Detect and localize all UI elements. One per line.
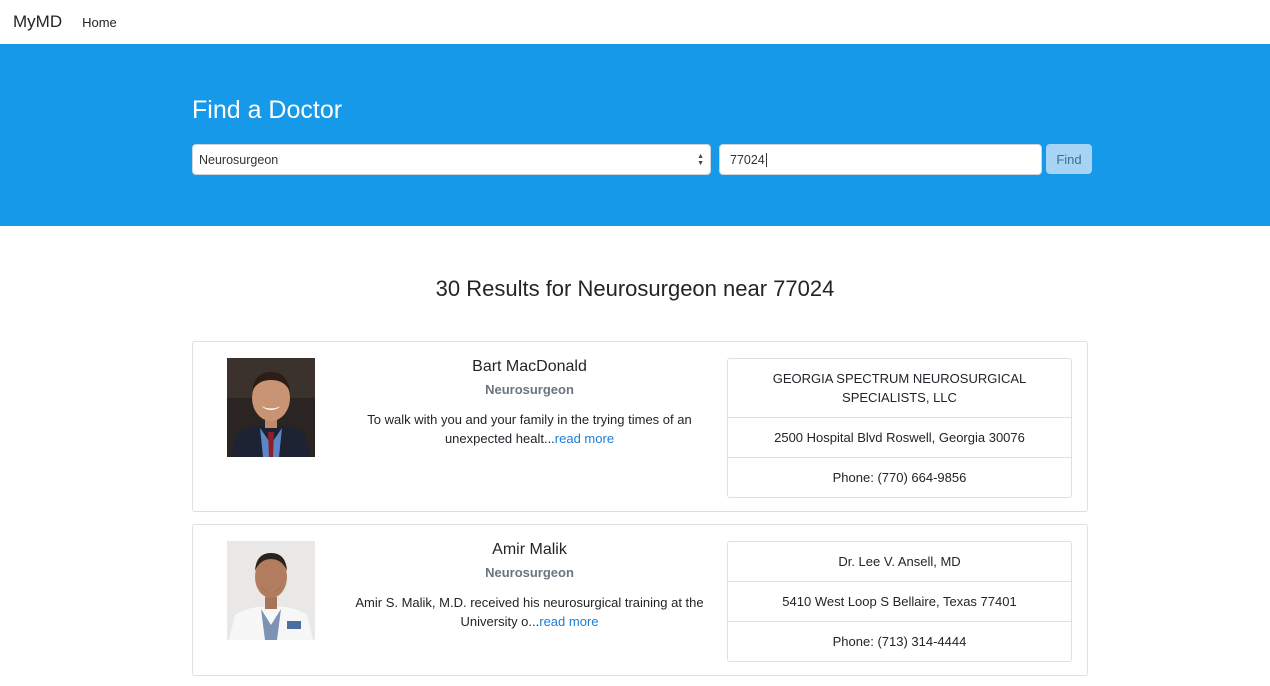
doctor-bio-text: Amir S. Malik, M.D. received his neurosu…: [355, 595, 704, 629]
doctor-card: Amir Malik Neurosurgeon Amir S. Malik, M…: [192, 524, 1088, 676]
select-arrows-icon: ▲ ▼: [697, 152, 704, 167]
doctor-name[interactable]: Bart MacDonald: [353, 358, 706, 376]
practice-info-list: Dr. Lee V. Ansell, MD 5410 West Loop S B…: [727, 541, 1072, 662]
read-more-link[interactable]: read more: [555, 431, 614, 446]
top-navbar: MyMD Home: [0, 0, 1270, 44]
find-button[interactable]: Find: [1046, 144, 1092, 174]
doctor-specialty: Neurosurgeon: [485, 565, 574, 580]
doctor-specialty: Neurosurgeon: [485, 382, 574, 397]
zip-input-value: 77024: [730, 152, 765, 167]
practice-phone: Phone: (713) 314-4444: [728, 621, 1071, 661]
specialty-select[interactable]: Neurosurgeon ▲ ▼: [192, 144, 711, 175]
practice-address: 5410 West Loop S Bellaire, Texas 77401: [728, 581, 1071, 621]
doctor-bio: To walk with you and your family in the …: [353, 410, 706, 448]
practice-phone: Phone: (770) 664-9856: [728, 457, 1071, 497]
brand-logo[interactable]: MyMD: [13, 12, 62, 32]
doctor-photo[interactable]: [227, 358, 315, 457]
nav-home-link[interactable]: Home: [82, 15, 117, 30]
practice-name: Dr. Lee V. Ansell, MD: [838, 554, 961, 569]
specialty-select-value: Neurosurgeon: [199, 152, 279, 167]
results-heading: 30 Results for Neurosurgeon near 77024: [435, 276, 835, 301]
page-title: Find a Doctor: [192, 96, 343, 124]
search-hero: Find a Doctor Neurosurgeon ▲ ▼ 77024 Find: [0, 44, 1270, 226]
practice-address: 2500 Hospital Blvd Roswell, Georgia 3007…: [728, 417, 1071, 457]
practice-info-list: GEORGIA SPECTRUM NEUROSURGICAL SPECIALIS…: [727, 358, 1072, 498]
doctor-bio-text: To walk with you and your family in the …: [367, 412, 692, 446]
doctor-name[interactable]: Amir Malik: [353, 541, 706, 559]
doctor-card: Bart MacDonald Neurosurgeon To walk with…: [192, 341, 1088, 512]
read-more-link[interactable]: read more: [539, 614, 598, 629]
text-caret: [765, 152, 767, 167]
doctor-photo[interactable]: [227, 541, 315, 640]
practice-name: GEORGIA SPECTRUM NEUROSURGICAL SPECIALIS…: [772, 371, 1027, 405]
doctor-bio: Amir S. Malik, M.D. received his neurosu…: [353, 593, 706, 631]
zip-input[interactable]: 77024: [719, 144, 1042, 175]
